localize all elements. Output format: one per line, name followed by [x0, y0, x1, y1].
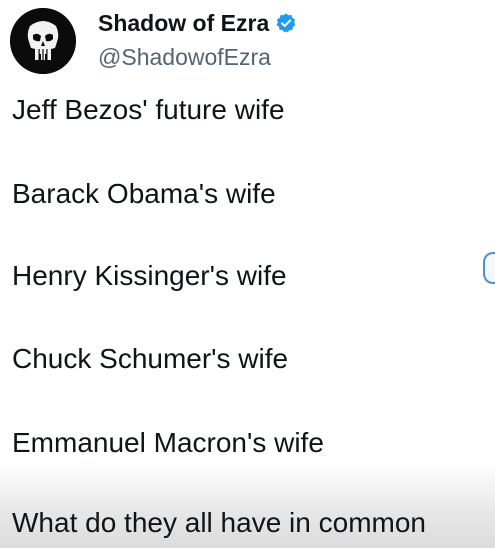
tweet-line: Henry Kissinger's wife [12, 260, 287, 291]
scroll-handle[interactable] [483, 252, 495, 284]
tweet-line: Barack Obama's wife [12, 178, 276, 209]
verified-badge-icon[interactable] [275, 12, 297, 34]
punisher-skull-icon [10, 8, 76, 74]
author-avatar[interactable] [10, 8, 76, 74]
author-name-row: Shadow of Ezra [98, 8, 297, 38]
tweet-line: Emmanuel Macron's wife [12, 427, 324, 458]
tweet-card: Shadow of Ezra @ShadowofEzra Jeff Bezos'… [0, 0, 495, 548]
tweet-line: Jeff Bezos' future wife [12, 94, 285, 125]
tweet-line: Chuck Schumer's wife [12, 343, 289, 374]
tweet-line-last: What do they all have in common [12, 507, 426, 538]
author-display-name[interactable]: Shadow of Ezra [98, 8, 269, 38]
author-handle[interactable]: @ShadowofEzra [98, 42, 271, 72]
